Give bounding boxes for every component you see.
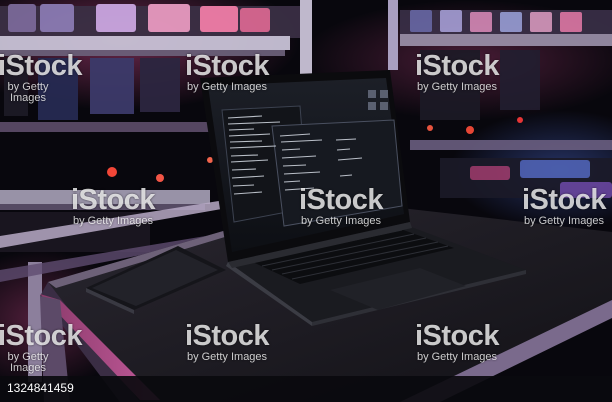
watermark: iStock by Getty Images xyxy=(0,320,83,374)
watermark: iStock by Getty Images xyxy=(58,186,168,227)
watermark-brand: iStock xyxy=(0,320,83,352)
watermark-sub: by Getty Images xyxy=(186,351,268,363)
watermark-sub: by Getty Images xyxy=(300,215,382,227)
watermark-brand: iStock xyxy=(414,320,500,352)
watermark-sub: by Getty Images xyxy=(72,215,154,227)
watermark: iStock by Getty Images xyxy=(172,52,282,93)
watermark: iStock by Getty Images xyxy=(0,50,83,104)
watermark-brand: iStock xyxy=(184,320,270,352)
watermark: iStock by Getty Images xyxy=(402,52,512,93)
watermark-brand: iStock xyxy=(298,184,384,216)
watermark-brand: iStock xyxy=(0,50,83,82)
credit-bar: 1324841459 xyxy=(0,376,612,402)
watermark-sub: by Getty Images xyxy=(416,81,498,93)
photo-scene: iStock by Getty Images iStock by Getty I… xyxy=(0,0,612,402)
watermark-sub: by Getty Images xyxy=(7,351,49,374)
image-id: 1324841459 xyxy=(7,381,74,395)
watermark: iStock by Getty Images xyxy=(402,322,512,363)
watermark: iStock by Getty Images xyxy=(172,322,282,363)
watermark: iStock by Getty Images xyxy=(516,186,612,227)
watermark-sub: by Getty Images xyxy=(523,215,605,227)
watermark-sub: by Getty Images xyxy=(7,81,49,104)
watermark-brand: iStock xyxy=(184,50,270,82)
watermark-brand: iStock xyxy=(414,50,500,82)
watermark-sub: by Getty Images xyxy=(416,351,498,363)
watermark-brand: iStock xyxy=(521,184,607,216)
watermark: iStock by Getty Images xyxy=(286,186,396,227)
watermark-brand: iStock xyxy=(70,184,156,216)
watermark-sub: by Getty Images xyxy=(186,81,268,93)
